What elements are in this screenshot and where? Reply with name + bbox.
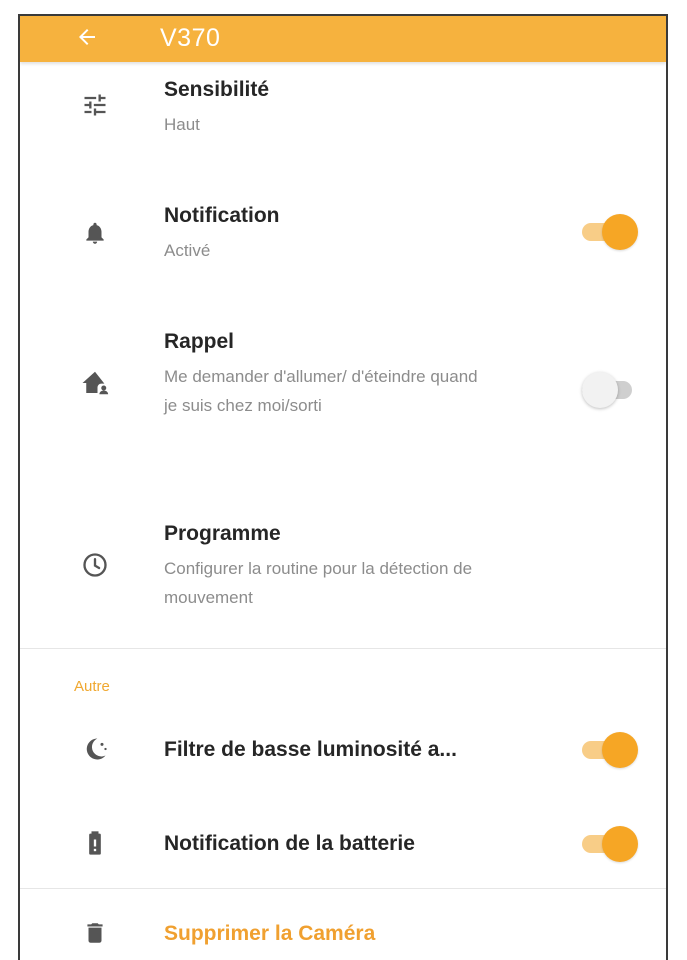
battery-notification-title: Notification de la batterie xyxy=(164,832,415,855)
notification-toggle[interactable] xyxy=(582,214,638,250)
notification-status: Activé xyxy=(164,241,211,260)
schedule-title: Programme xyxy=(164,522,281,545)
toggle-knob xyxy=(602,826,638,862)
low-light-filter-toggle[interactable] xyxy=(582,732,638,768)
toggle-knob xyxy=(602,732,638,768)
app-bar: V370 xyxy=(20,16,666,62)
battery-notification-setting[interactable]: Notification de la batterie xyxy=(20,816,666,872)
section-divider xyxy=(20,648,666,649)
page-title: V370 xyxy=(160,24,221,52)
sensitivity-title: Sensibilité xyxy=(164,78,270,101)
toggle-knob xyxy=(582,372,618,408)
reminder-toggle[interactable] xyxy=(582,372,636,408)
arrow-left-icon xyxy=(75,25,99,54)
home-person-icon xyxy=(78,366,112,400)
tune-sliders-icon xyxy=(78,88,112,122)
sensitivity-setting[interactable]: Sensibilité Haut xyxy=(20,74,666,174)
low-light-filter-title: Filtre de basse luminosité a... xyxy=(164,738,457,761)
trash-icon xyxy=(78,916,112,950)
back-button[interactable] xyxy=(72,24,102,54)
reminder-title: Rappel xyxy=(164,330,235,353)
moon-icon xyxy=(78,732,112,766)
sensitivity-value: Haut xyxy=(164,115,200,134)
delete-camera-button[interactable]: Supprimer la Caméra xyxy=(20,910,666,960)
battery-icon xyxy=(78,826,112,860)
section-divider xyxy=(20,888,666,889)
section-label-other: Autre xyxy=(74,678,110,695)
notification-title: Notification xyxy=(164,204,280,227)
notification-setting[interactable]: Notification Activé xyxy=(20,200,666,300)
bell-icon xyxy=(78,216,112,250)
phone-screen: V370 Sensibilité Haut Notification Activ… xyxy=(18,14,668,960)
battery-notification-toggle[interactable] xyxy=(582,826,638,862)
schedule-setting[interactable]: Programme Configurer la routine pour la … xyxy=(20,518,666,628)
reminder-setting[interactable]: Rappel Me demander d'allumer/ d'éteindre… xyxy=(20,326,666,476)
schedule-description: Configurer la routine pour la détection … xyxy=(164,559,473,607)
reminder-description: Me demander d'allumer/ d'éteindre quand … xyxy=(164,367,478,415)
toggle-knob xyxy=(602,214,638,250)
low-light-filter-setting[interactable]: Filtre de basse luminosité a... xyxy=(20,722,666,778)
clock-icon xyxy=(78,548,112,582)
delete-camera-label: Supprimer la Caméra xyxy=(164,922,376,945)
